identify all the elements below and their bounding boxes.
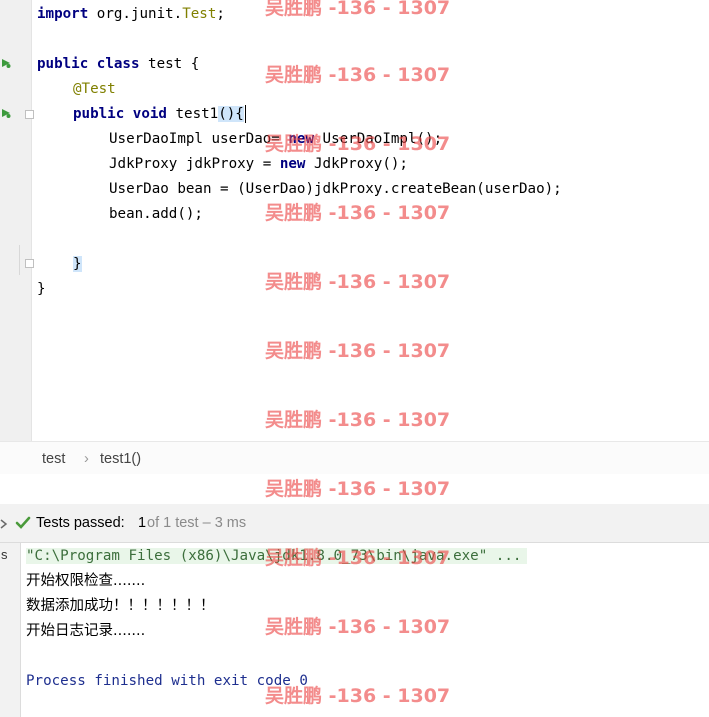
breadcrumb-item-test1[interactable]: test1() (100, 451, 141, 467)
indent-guide (19, 245, 20, 275)
breadcrumb: test › test1() (0, 441, 709, 475)
code-editor[interactable]: import org.junit.Test; public class test… (0, 0, 709, 441)
fold-end-icon[interactable] (25, 259, 34, 268)
editor-gutter (0, 0, 34, 441)
check-icon (15, 516, 31, 529)
run-test-icon[interactable] (1, 108, 11, 118)
console-side-label: s (1, 547, 8, 562)
annotation: @Test (73, 81, 116, 97)
code-line-method: public void test1(){ (73, 102, 246, 127)
keyword: new (288, 131, 314, 147)
code-text: (){ (218, 106, 244, 122)
code-text: Test (182, 6, 217, 22)
code-text: } (73, 256, 82, 272)
code-line-6: JdkProxy jdkProxy = new JdkProxy(); (109, 152, 408, 177)
code-line-5: UserDaoImpl userDao= new UserDaoImpl(); (109, 127, 442, 152)
text-caret (244, 105, 246, 123)
keyword: public void (73, 106, 167, 122)
code-text: test { (139, 56, 200, 72)
keyword: public class (37, 56, 140, 72)
console-line-out2: 数据添加成功！！！！！！！ (26, 598, 215, 614)
code-line-7: UserDao bean = (UserDao)jdkProxy.createB… (109, 181, 562, 197)
tests-passed-count: 1 (138, 515, 147, 531)
keyword: import (37, 6, 89, 22)
console-sidebar: s (0, 543, 21, 717)
code-line-class: public class test { (37, 52, 199, 77)
code-text: JdkProxy(); (305, 156, 408, 172)
fold-method-icon[interactable] (25, 110, 34, 119)
run-class-icon[interactable] (1, 58, 11, 68)
breadcrumb-item-test[interactable]: test (42, 451, 65, 467)
console-output[interactable]: s "C:\Program Files (x86)\Java\jdk1.8.0_… (0, 543, 709, 717)
console-line-finish: Process finished with exit code 0 (26, 673, 308, 689)
code-text: ; (216, 6, 225, 22)
tests-status-label: Tests passed: (36, 515, 125, 531)
keyword: new (279, 156, 306, 172)
code-line-import: import org.junit.Test; (37, 2, 225, 27)
code-text: JdkProxy jdkProxy = (109, 156, 280, 172)
breadcrumb-separator-icon: › (84, 451, 89, 467)
code-line-close-class: } (37, 281, 46, 297)
code-line-close-method: } (73, 252, 82, 277)
code-line-annotation: @Test (73, 77, 116, 102)
code-text: UserDaoImpl(); (314, 131, 443, 147)
console-line-out1: 开始权限检查....... (26, 573, 146, 589)
console-line-cmd: "C:\Program Files (x86)\Java\jdk1.8.0_73… (26, 544, 528, 569)
chevron-right-icon[interactable] (0, 519, 8, 529)
console-command: "C:\Program Files (x86)\Java\jdk1.8.0_73… (26, 548, 528, 564)
code-text: test1 (166, 106, 219, 122)
console-line-out3: 开始日志记录....... (26, 623, 146, 639)
code-text: UserDaoImpl userDao= (109, 131, 289, 147)
panel-gap (0, 474, 709, 504)
tests-summary: of 1 test – 3 ms (147, 515, 247, 531)
run-panel-header: Tests passed: 1 of 1 test – 3 ms (0, 504, 709, 543)
code-line-8: bean.add(); (109, 206, 203, 222)
code-text: org.junit. (88, 6, 183, 22)
